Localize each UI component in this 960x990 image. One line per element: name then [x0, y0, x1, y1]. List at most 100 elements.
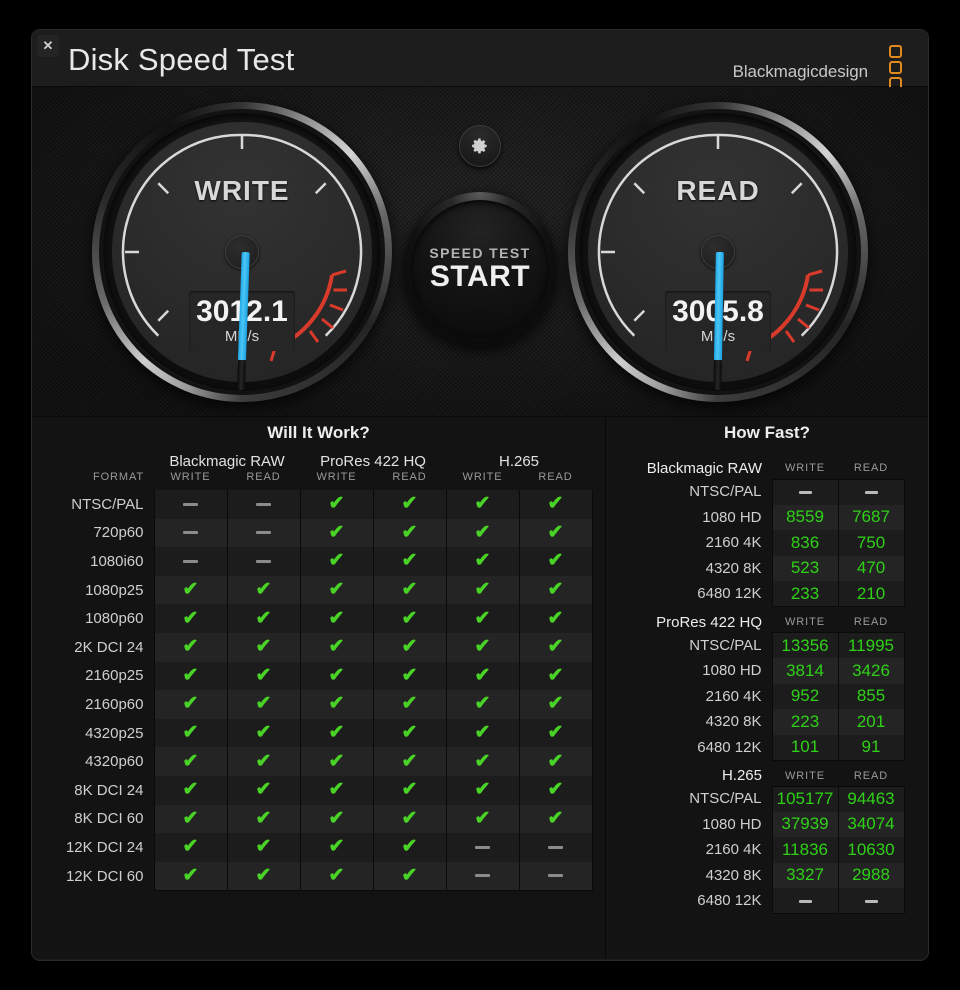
check-icon: ✔ [446, 805, 519, 834]
resolution-label: 6480 12K [624, 735, 772, 761]
check-icon: ✔ [519, 519, 592, 548]
dash-icon [519, 862, 592, 891]
write-speed-value: 8559 [772, 505, 838, 531]
table-row: NTSC/PAL10517794463 [624, 786, 904, 812]
read-gauge-label: READ [579, 175, 857, 207]
format-header: FORMAT [46, 453, 154, 490]
check-icon: ✔ [373, 519, 446, 548]
format-label: 1080p60 [46, 604, 154, 633]
write-speed-value: 523 [772, 556, 838, 582]
check-icon: ✔ [446, 490, 519, 519]
table-row: 4320p60✔✔✔✔✔✔ [46, 747, 592, 776]
dash-icon [154, 490, 227, 519]
table-row: 2160 4K952855 [624, 684, 904, 710]
format-label: 12K DCI 60 [46, 862, 154, 891]
table-row: 1080 HD85597687 [624, 505, 904, 531]
check-icon: ✔ [154, 747, 227, 776]
read-gauge: READ 3005.8 MB/s [568, 102, 868, 402]
section-name: ProRes 422 HQ [624, 607, 772, 633]
check-icon: ✔ [300, 490, 373, 519]
write-speed-value: 3814 [772, 658, 838, 684]
check-icon: ✔ [227, 662, 300, 691]
table-row: 1080 HD38143426 [624, 658, 904, 684]
check-icon: ✔ [519, 604, 592, 633]
check-icon: ✔ [446, 576, 519, 605]
will-it-work-title: Will It Work? [32, 417, 605, 449]
check-icon: ✔ [154, 805, 227, 834]
table-row: 2160 4K1183610630 [624, 837, 904, 863]
group-header-braw: Blackmagic RAW [154, 453, 300, 471]
check-icon: ✔ [519, 747, 592, 776]
check-icon: ✔ [446, 747, 519, 776]
check-icon: ✔ [227, 776, 300, 805]
close-icon[interactable]: ✕ [37, 35, 59, 57]
read-speed-value: 2988 [838, 863, 904, 889]
app-window: ✕ Disk Speed Test Blackmagicdesign [32, 30, 928, 960]
read-speed-value: 7687 [838, 505, 904, 531]
check-icon: ✔ [300, 633, 373, 662]
write-speed-value: 836 [772, 530, 838, 556]
subheader-read: READ [838, 453, 904, 479]
table-row: 8K DCI 60✔✔✔✔✔✔ [46, 805, 592, 834]
write-speed-value: 11836 [772, 837, 838, 863]
read-speed-value: 470 [838, 556, 904, 582]
group-header-prores: ProRes 422 HQ [300, 453, 446, 471]
read-speed-value: 855 [838, 684, 904, 710]
dash-icon [446, 833, 519, 862]
table-row: NTSC/PAL1335611995 [624, 633, 904, 659]
check-icon: ✔ [227, 604, 300, 633]
resolution-label: 6480 12K [624, 581, 772, 607]
resolution-label: NTSC/PAL [624, 479, 772, 505]
check-icon: ✔ [519, 719, 592, 748]
dash-icon [227, 519, 300, 548]
check-icon: ✔ [300, 690, 373, 719]
resolution-label: 2160 4K [624, 837, 772, 863]
check-icon: ✔ [373, 805, 446, 834]
subheader-braw-write: WRITE [154, 471, 227, 490]
format-label: 720p60 [46, 519, 154, 548]
check-icon: ✔ [373, 776, 446, 805]
format-label: NTSC/PAL [46, 490, 154, 519]
table-row: 2160 4K836750 [624, 530, 904, 556]
resolution-label: 1080 HD [624, 658, 772, 684]
check-icon: ✔ [373, 490, 446, 519]
check-icon: ✔ [519, 805, 592, 834]
read-speed-value: 91 [838, 735, 904, 761]
table-row: 1080p60✔✔✔✔✔✔ [46, 604, 592, 633]
read-speed-value [838, 479, 904, 505]
blackmagic-logo-icon [889, 45, 902, 90]
section-header-row: Blackmagic RAWWRITEREAD [624, 453, 904, 479]
read-speed-value [838, 888, 904, 914]
check-icon: ✔ [227, 862, 300, 891]
check-icon: ✔ [154, 690, 227, 719]
results-area: Will It Work? FORMAT Blackmagic RAW ProR… [32, 417, 928, 959]
brand-text: Blackmagicdesign [733, 62, 868, 82]
subheader-write: WRITE [772, 760, 838, 786]
table-row: NTSC/PAL✔✔✔✔ [46, 490, 592, 519]
resolution-label: 4320 8K [624, 863, 772, 889]
write-speed-value: 223 [772, 709, 838, 735]
format-label: 4320p60 [46, 747, 154, 776]
subheader-braw-read: READ [227, 471, 300, 490]
dash-icon [154, 547, 227, 576]
section-header-row: ProRes 422 HQWRITEREAD [624, 607, 904, 633]
check-icon: ✔ [154, 862, 227, 891]
table-row: 2160p25✔✔✔✔✔✔ [46, 662, 592, 691]
check-icon: ✔ [300, 662, 373, 691]
check-icon: ✔ [519, 633, 592, 662]
check-icon: ✔ [300, 776, 373, 805]
write-speed-value: 233 [772, 581, 838, 607]
start-button-sublabel: SPEED TEST [429, 245, 530, 261]
gauges-panel: WRITE 3012.1 MB/s SPEED TES [32, 87, 928, 417]
speed-test-start-button[interactable]: SPEED TEST START [403, 192, 557, 346]
start-button-label: START [430, 260, 530, 294]
check-icon: ✔ [154, 633, 227, 662]
subheader-read: READ [838, 607, 904, 633]
how-fast-title: How Fast? [606, 417, 928, 449]
gear-icon[interactable] [459, 125, 501, 167]
table-row: 4320 8K33272988 [624, 863, 904, 889]
check-icon: ✔ [227, 747, 300, 776]
subheader-write: WRITE [772, 607, 838, 633]
check-icon: ✔ [227, 833, 300, 862]
subheader-h265-write: WRITE [446, 471, 519, 490]
